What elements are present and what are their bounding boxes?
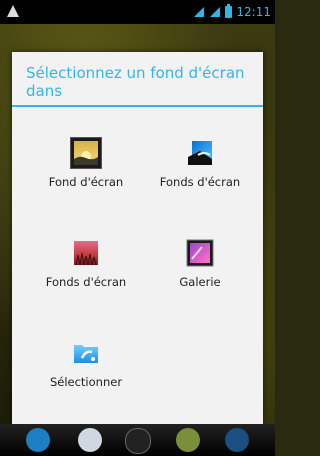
video-wallpaper-grass-icon: [70, 237, 102, 269]
status-bar: 12:11: [0, 0, 275, 24]
option-live-wallpapers[interactable]: Fonds d'écran: [150, 137, 250, 189]
option-video-wallpapers[interactable]: Fonds d'écran: [36, 237, 136, 289]
phone-icon[interactable]: [26, 428, 50, 452]
apps-drawer-icon[interactable]: [125, 428, 151, 454]
es-file-explorer-icon: [70, 337, 102, 369]
battery-icon: [225, 4, 233, 18]
messages-icon[interactable]: [176, 428, 200, 452]
option-label: Fonds d'écran: [45, 275, 127, 289]
browser-icon[interactable]: [225, 428, 249, 452]
dialog-title: Sélectionnez un fond d'écran dans: [26, 64, 245, 100]
option-label: Galerie: [179, 275, 221, 289]
option-es-file-explorer[interactable]: Sélectionner: [36, 337, 136, 389]
dialog-title-divider: [12, 105, 263, 107]
gallery-sunrise-icon: [70, 137, 102, 169]
warning-icon: [7, 5, 19, 17]
option-label: Sélectionner: [49, 375, 123, 389]
gallery-purple-icon: [184, 237, 216, 269]
status-clock: 12:11: [236, 5, 271, 19]
option-label: Fond d'écran: [48, 175, 124, 189]
navigation-bar: [0, 424, 275, 456]
signal-1-icon: [194, 7, 205, 17]
option-label: Fonds d'écran: [159, 175, 241, 189]
live-wallpaper-blue-icon: [184, 137, 216, 169]
wallpaper-chooser-dialog: Sélectionnez un fond d'écran dans Fond d…: [12, 52, 263, 424]
signal-2-icon: [210, 7, 221, 17]
option-wallpapers[interactable]: Fond d'écran: [36, 137, 136, 189]
option-gallery[interactable]: Galerie: [150, 237, 250, 289]
contacts-icon[interactable]: [78, 428, 102, 452]
